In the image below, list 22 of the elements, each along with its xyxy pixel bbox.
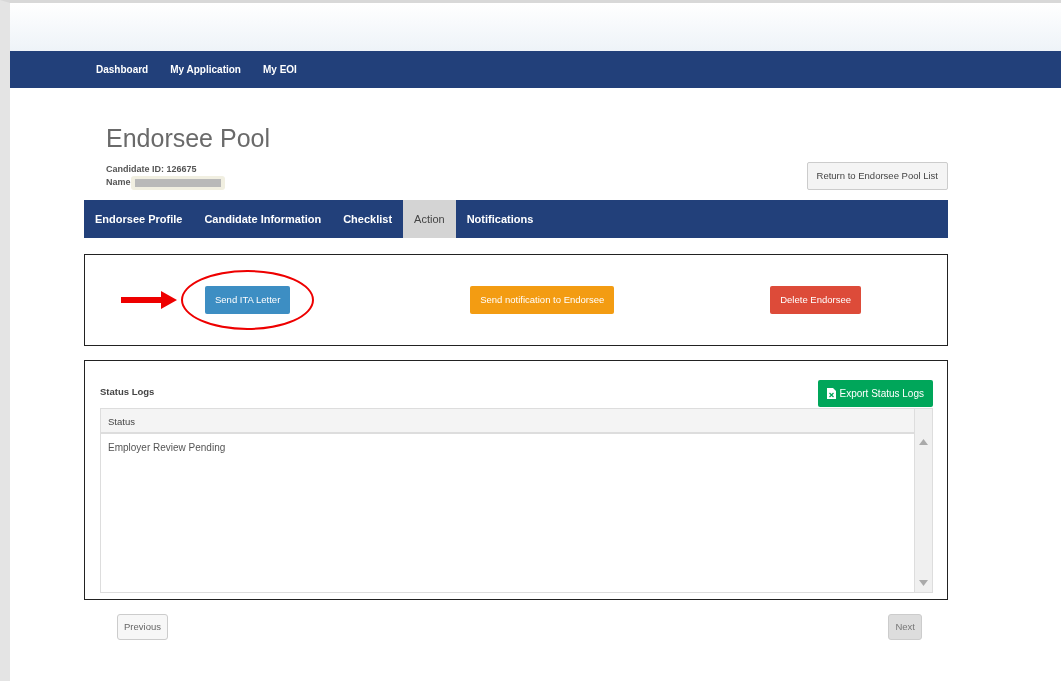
scroll-up-icon[interactable]	[919, 438, 928, 445]
candidate-id: Candidate ID: 126675	[106, 164, 198, 176]
table-cell-text: Employer Review Pending	[107, 440, 227, 455]
scrollbar[interactable]	[914, 408, 932, 592]
action-button[interactable]: Send ITA Letter	[205, 285, 291, 314]
nav-link[interactable]: Dashboard	[96, 62, 149, 77]
nav-link[interactable]: My Application	[170, 62, 241, 77]
pagination-button[interactable]: Previous	[117, 613, 168, 640]
spreadsheet-file-icon	[826, 387, 836, 399]
scroll-down-icon[interactable]	[919, 579, 928, 586]
name-label: Name	[106, 176, 131, 189]
tab[interactable]: Notifications	[455, 199, 545, 238]
page-title: Endorsee Pool	[106, 123, 271, 154]
tab[interactable]: Action	[403, 199, 456, 238]
tab[interactable]: Candidate Information	[193, 199, 333, 238]
tab[interactable]: Endorsee Profile	[84, 199, 194, 238]
tab[interactable]: Checklist	[332, 199, 404, 238]
column-header: Status	[107, 414, 136, 429]
section-title: Status Logs	[100, 384, 155, 399]
nav-link[interactable]: My EOI	[263, 62, 297, 77]
return-button[interactable]: Return to Endorsee Pool List	[806, 161, 948, 190]
action-button[interactable]: Delete Endorsee	[770, 285, 861, 314]
